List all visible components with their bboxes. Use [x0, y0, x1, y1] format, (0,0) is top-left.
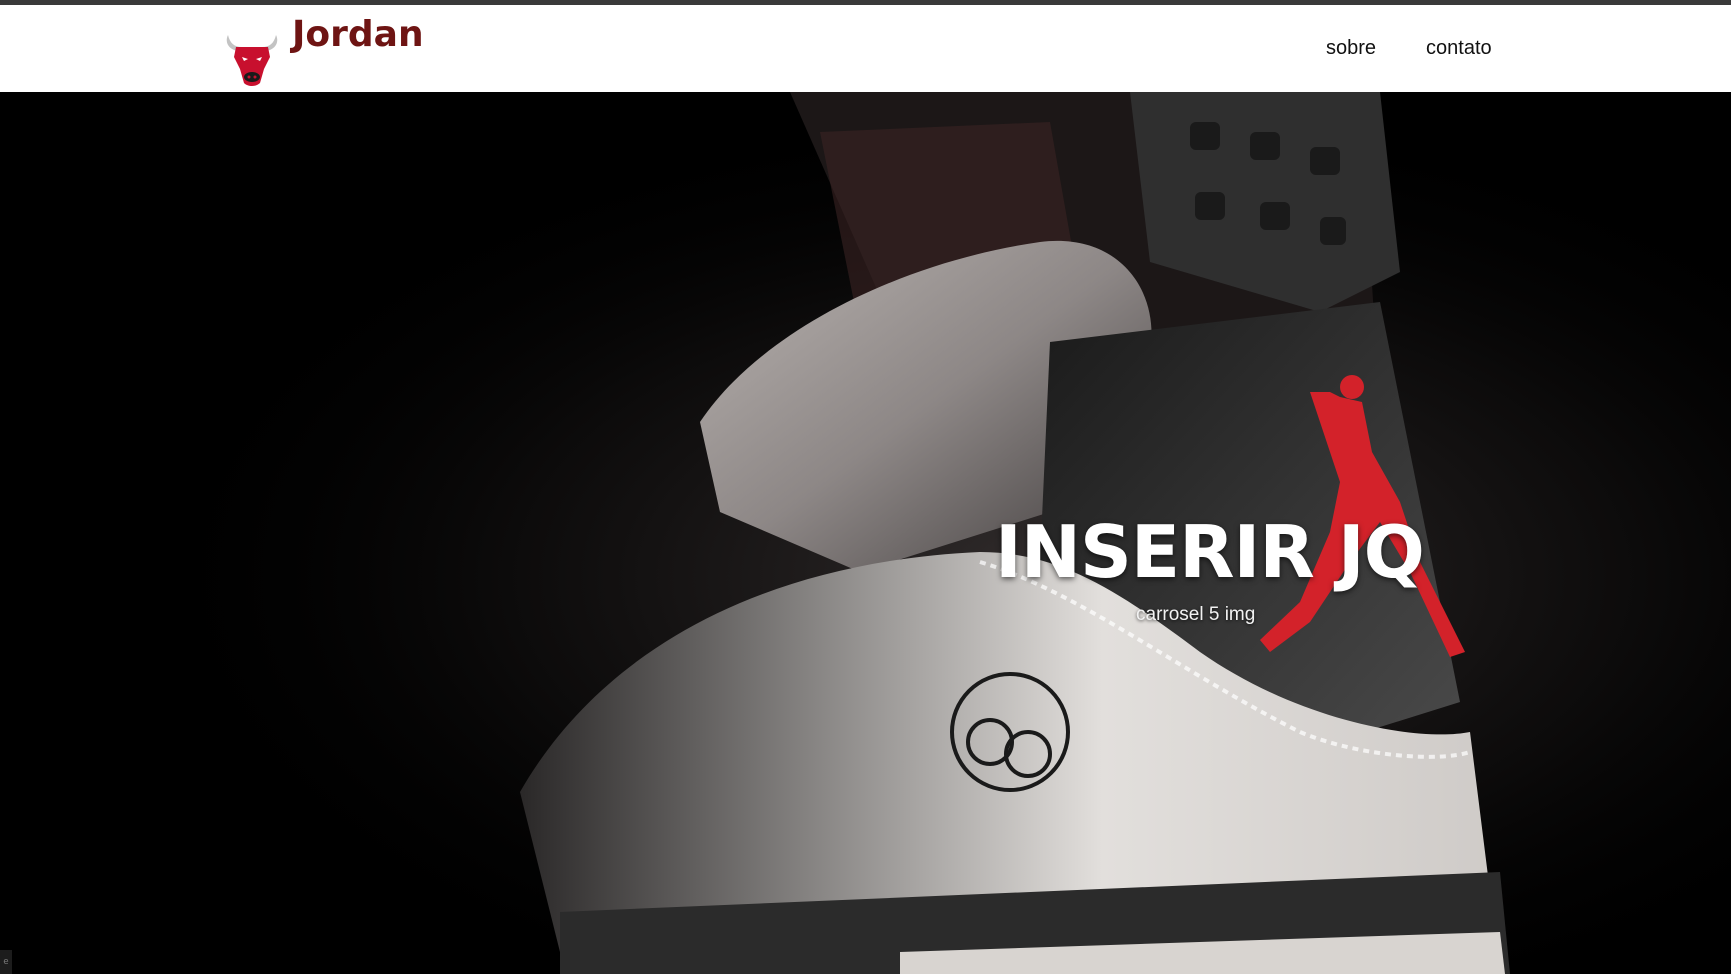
hero-subtitle: carrosel 5 img [1136, 604, 1256, 625]
navbar: Jordan sobre contato [0, 5, 1731, 92]
corner-tab: e [0, 950, 12, 974]
main-nav: sobre contato [1326, 37, 1492, 60]
sneaker-hero-image [0, 92, 1731, 974]
nav-link-sobre[interactable]: sobre [1326, 37, 1376, 60]
brand-link[interactable]: Jordan [222, 13, 424, 93]
hero-carousel: INSERIR JQ carrosel 5 img [0, 92, 1731, 974]
bull-head-icon [222, 13, 282, 93]
nav-link-contato[interactable]: contato [1426, 37, 1492, 60]
brand-name: Jordan [292, 14, 424, 55]
hero-title: INSERIR JQ [995, 510, 1425, 594]
